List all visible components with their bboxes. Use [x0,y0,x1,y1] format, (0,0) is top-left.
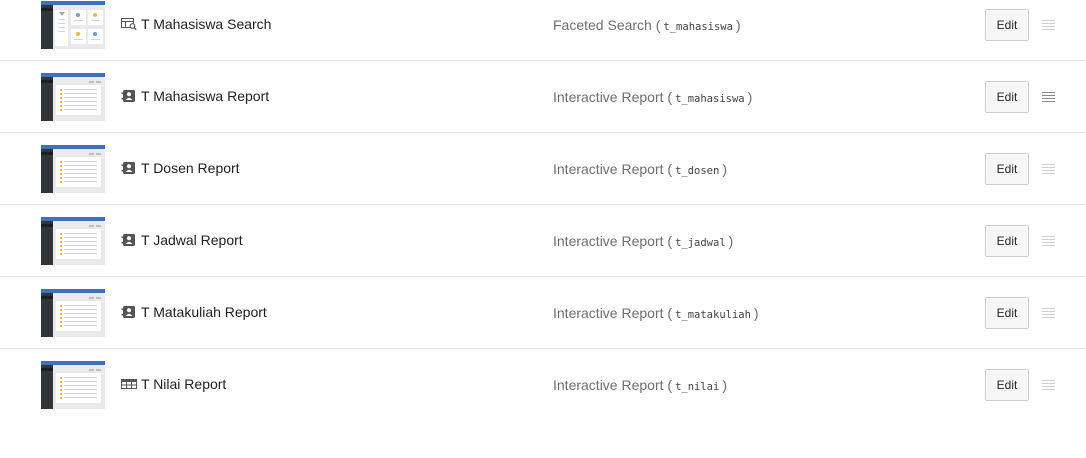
page-title: T Mahasiswa Report [141,88,270,104]
source-table: t_nilai [675,381,720,393]
page-list: T Mahasiswa Search Faceted Search (t_mah… [0,0,1086,420]
page-type: Interactive Report (t_matakuliah) [553,305,759,321]
faceted-search-icon [121,18,137,31]
drag-handle-icon[interactable] [1042,380,1055,390]
source-table: t_jadwal [675,237,726,249]
source-table: t_matakuliah [675,309,751,321]
page-type-label: Interactive Report [553,305,664,321]
page-title: T Matakuliah Report [141,304,267,320]
page-type: Faceted Search (t_mahasiswa) [553,17,741,33]
page-type: Interactive Report (t_nilai) [553,377,727,393]
list-item: T Nilai Report Interactive Report (t_nil… [0,349,1086,420]
page-title: T Dosen Report [141,160,240,176]
interactive-report-icon [121,162,135,174]
source-table: t_dosen [675,165,720,177]
edit-button[interactable]: Edit [985,153,1029,185]
interactive-report-icon [121,306,135,318]
interactive-report-icon [121,234,135,246]
drag-handle-icon[interactable] [1042,164,1055,174]
edit-button[interactable]: Edit [985,9,1029,41]
page-title: T Mahasiswa Search [141,16,272,32]
report-thumbnail [41,73,105,121]
edit-button[interactable]: Edit [985,81,1029,113]
report-thumbnail [41,217,105,265]
report-thumbnail [41,145,105,193]
list-item: T Matakuliah Report Interactive Report (… [0,277,1086,349]
edit-button[interactable]: Edit [985,297,1029,329]
edit-button[interactable]: Edit [985,225,1029,257]
page-type-label: Interactive Report [553,161,664,177]
page-title: T Jadwal Report [141,232,243,248]
list-item: T Mahasiswa Search Faceted Search (t_mah… [0,0,1086,61]
page-title: T Nilai Report [141,376,227,392]
page-type: Interactive Report (t_mahasiswa) [553,89,753,105]
page-type-label: Faceted Search [553,17,652,33]
page-type-label: Interactive Report [553,89,664,105]
faceted-search-thumbnail [41,1,105,49]
list-item: T Jadwal Report Interactive Report (t_ja… [0,205,1086,277]
report-thumbnail [41,361,105,409]
source-table: t_mahasiswa [675,93,745,105]
page-type: Interactive Report (t_dosen) [553,161,727,177]
list-item: T Dosen Report Interactive Report (t_dos… [0,133,1086,205]
report-thumbnail [41,289,105,337]
drag-handle-icon[interactable] [1042,236,1055,246]
interactive-report-icon [121,90,135,102]
drag-handle-icon[interactable] [1042,20,1055,30]
source-table: t_mahasiswa [663,21,733,33]
drag-handle-icon[interactable] [1042,308,1055,318]
table-grid-icon [121,379,137,389]
drag-handle-icon[interactable] [1042,92,1055,102]
page-type-label: Interactive Report [553,377,664,393]
page-type-label: Interactive Report [553,233,664,249]
page-type: Interactive Report (t_jadwal) [553,233,734,249]
list-item: T Mahasiswa Report Interactive Report (t… [0,61,1086,133]
edit-button[interactable]: Edit [985,369,1029,401]
